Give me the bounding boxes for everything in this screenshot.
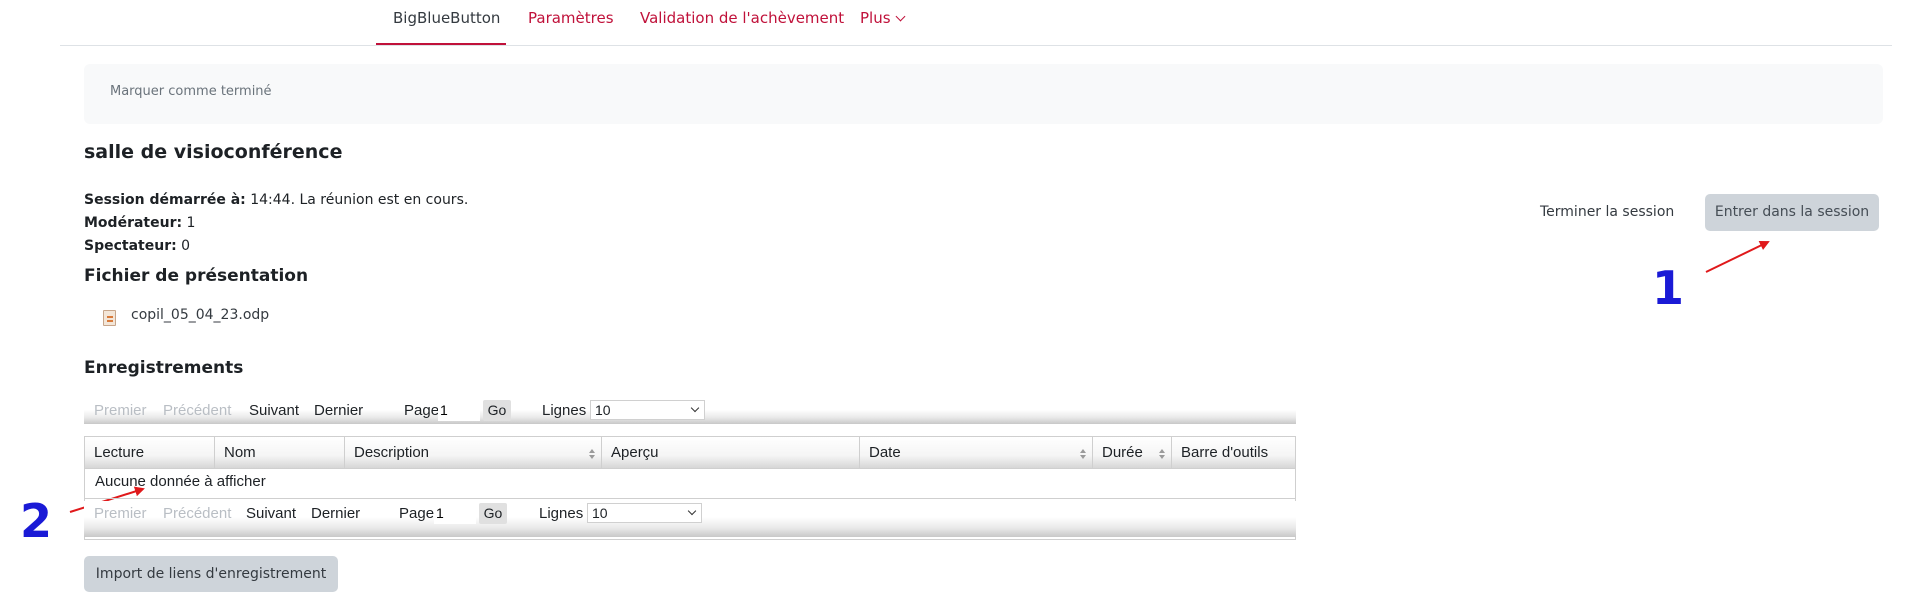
pager-first[interactable]: Premier	[94, 505, 147, 522]
import-recording-links-button[interactable]: Import de liens d'enregistrement	[84, 556, 338, 592]
pager-rows-value: 10	[592, 505, 608, 521]
pager-rows-select[interactable]: 10	[590, 400, 705, 420]
chevron-down-icon	[687, 506, 697, 516]
sort-icon	[1159, 449, 1165, 459]
table-header: Lecture Nom Description Aperçu Date Duré…	[85, 437, 1295, 469]
column-apercu[interactable]: Aperçu	[602, 437, 860, 468]
sort-icon	[589, 449, 595, 459]
column-description[interactable]: Description	[345, 437, 602, 468]
pager-rows-label: Lignes	[539, 505, 584, 522]
pager-previous[interactable]: Précédent	[163, 402, 231, 419]
annotation-number-2: 2	[20, 494, 53, 548]
pager-previous[interactable]: Précédent	[163, 505, 231, 522]
pager-rows-select[interactable]: 10	[587, 503, 702, 523]
column-nom[interactable]: Nom	[215, 437, 345, 468]
annotation-number-1: 1	[1652, 261, 1685, 315]
pager-next[interactable]: Suivant	[249, 402, 299, 419]
row-divider	[85, 498, 1295, 499]
pager-page-input[interactable]	[438, 399, 480, 421]
pager-last[interactable]: Dernier	[311, 505, 360, 522]
chevron-down-icon	[690, 403, 700, 413]
pager-go-button[interactable]: Go	[479, 503, 507, 524]
annotation-arrow-1	[1705, 240, 1770, 273]
pager-page-label: Page	[404, 402, 440, 419]
pager-top: Premier Précédent Suivant Dernier Page G…	[84, 398, 1296, 424]
pager-go-button[interactable]: Go	[483, 400, 511, 421]
column-date-label: Date	[869, 444, 901, 461]
pager-rows-value: 10	[595, 402, 611, 418]
pager-next[interactable]: Suivant	[246, 505, 296, 522]
column-barre-outils[interactable]: Barre d'outils	[1172, 437, 1295, 468]
empty-table-message: Aucune donnée à afficher	[95, 473, 266, 490]
column-duree-label: Durée	[1102, 444, 1143, 461]
pager-first[interactable]: Premier	[94, 402, 147, 419]
recordings-heading: Enregistrements	[84, 358, 244, 378]
column-date[interactable]: Date	[860, 437, 1093, 468]
column-lecture[interactable]: Lecture	[85, 437, 215, 468]
column-description-label: Description	[354, 444, 430, 461]
pager-page-input[interactable]	[434, 502, 476, 524]
pager-rows-label: Lignes	[542, 402, 587, 419]
column-duree[interactable]: Durée	[1093, 437, 1172, 468]
pager-page-label: Page	[399, 505, 435, 522]
sort-icon	[1080, 449, 1086, 459]
pager-last[interactable]: Dernier	[314, 402, 363, 419]
pager-bottom: Premier Précédent Suivant Dernier Page G…	[84, 501, 1296, 527]
